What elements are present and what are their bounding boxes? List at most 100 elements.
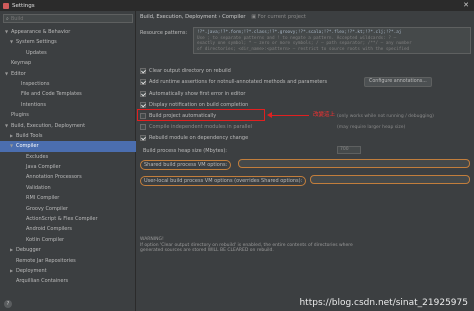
watermark: https://blog.csdn.net/sinat_21925975 bbox=[299, 298, 468, 308]
tree-item-label: RMI Compiler bbox=[26, 195, 60, 202]
tree-item-label: Updates bbox=[26, 49, 47, 56]
option-rebuild-on-change[interactable]: Rebuild module on dependency change bbox=[140, 134, 248, 142]
tree-item-label: Intentions bbox=[21, 101, 47, 108]
resource-patterns-field[interactable]: !?*.java;!?*.form;!?*.class;!?*.groovy;!… bbox=[193, 27, 471, 54]
tree-item[interactable]: Annotation Processors bbox=[0, 172, 136, 182]
shared-vm-options-field[interactable] bbox=[238, 159, 470, 168]
tree-item[interactable]: ▶ Build Tools bbox=[0, 131, 136, 141]
tree-item[interactable]: Keymap bbox=[0, 58, 136, 68]
tree-item[interactable]: Android Compilers bbox=[0, 224, 136, 234]
tree-item-label: Android Compilers bbox=[26, 226, 73, 233]
heap-size-label: Build process heap size (Mbytes): bbox=[143, 148, 227, 154]
parallel-note: (may require larger heap size) bbox=[337, 125, 406, 130]
tree-item[interactable]: Intentions bbox=[0, 100, 136, 110]
checkbox-build-notification[interactable] bbox=[140, 102, 146, 108]
tree-item-label: Deployment bbox=[16, 267, 47, 274]
search-field[interactable]: ⌕ bbox=[3, 14, 133, 23]
option-notnull-label: Add runtime assertions for notnull-annot… bbox=[149, 79, 328, 85]
search-input[interactable] bbox=[10, 15, 121, 22]
user-vm-options-field[interactable] bbox=[310, 175, 470, 184]
tree-item[interactable]: ▼ Build, Execution, Deployment bbox=[0, 121, 136, 131]
breadcrumb: Build, Execution, Deployment › Compiler … bbox=[140, 14, 306, 20]
checkbox-clear-output[interactable] bbox=[140, 68, 146, 74]
tree-item-label: System Settings bbox=[16, 39, 57, 46]
option-rebuild-label: Rebuild module on dependency change bbox=[149, 135, 249, 141]
tree-item[interactable]: ▼ Compiler bbox=[0, 141, 136, 152]
tree-item[interactable]: Inspections bbox=[0, 79, 136, 89]
window-title: Settings bbox=[12, 2, 35, 9]
tree-item-label: Keymap bbox=[11, 60, 32, 67]
option-parallel-label: Compile independent modules in parallel bbox=[149, 124, 252, 130]
tree-item[interactable]: ▶ Deployment bbox=[0, 266, 136, 276]
resource-patterns-label: Resource patterns: bbox=[140, 30, 188, 36]
option-parallel-compile[interactable]: Compile independent modules in parallel bbox=[140, 123, 252, 131]
tree-item-label: Debugger bbox=[16, 247, 41, 254]
heap-size-field[interactable]: 700 bbox=[337, 146, 361, 154]
tree-item[interactable]: File and Code Templates bbox=[0, 89, 136, 99]
shared-vm-options-label: Shared build process VM options: bbox=[140, 160, 232, 170]
tree-item-label: ActionScript & Flex Compiler bbox=[26, 216, 98, 223]
checkbox-parallel-compile[interactable] bbox=[140, 124, 146, 130]
tree-item-label: Arquillian Containers bbox=[16, 278, 69, 285]
checkbox-autoshow-error[interactable] bbox=[140, 91, 146, 97]
build-auto-note: (only works while not running / debuggin… bbox=[337, 114, 434, 119]
tree-item[interactable]: Validation bbox=[0, 183, 136, 193]
annotation-highlight-box bbox=[137, 109, 265, 121]
tree-item-label: Kotlin Compiler bbox=[26, 236, 65, 243]
tree-item-label: Excludes bbox=[26, 153, 49, 160]
tree-item-label: Build Tools bbox=[16, 132, 43, 139]
tree-item[interactable]: RMI Compiler bbox=[0, 193, 136, 203]
option-notnull-assertions[interactable]: Add runtime assertions for notnull-annot… bbox=[140, 78, 327, 86]
tree-item[interactable]: ▼ System Settings bbox=[0, 37, 136, 47]
tree-item[interactable]: Excludes bbox=[0, 152, 136, 162]
tree-item-label: Plugins bbox=[11, 112, 29, 119]
tree-item-label: Appearance & Behavior bbox=[11, 29, 71, 35]
option-autoshow-error[interactable]: Automatically show first error in editor bbox=[140, 90, 245, 98]
compiler-settings-panel: Build, Execution, Deployment › Compiler … bbox=[137, 11, 474, 311]
warning-message: WARNING! If option 'Clear output directo… bbox=[140, 237, 470, 254]
scope-label: ▣ For current project bbox=[251, 14, 306, 20]
tree-item-label: Inspections bbox=[21, 80, 50, 87]
configure-annotations-button[interactable]: Configure annotations... bbox=[364, 77, 432, 87]
breadcrumb-path: Build, Execution, Deployment › Compiler bbox=[140, 14, 246, 20]
tree-item-label: File and Code Templates bbox=[21, 91, 82, 98]
tree-item-label: Editor bbox=[11, 70, 26, 77]
option-clear-output[interactable]: Clear output directory on rebuild bbox=[140, 67, 231, 75]
tree-item[interactable]: Plugins bbox=[0, 110, 136, 120]
tree-item[interactable]: Groovy Compiler bbox=[0, 204, 136, 214]
tree-item[interactable]: Kotlin Compiler bbox=[0, 235, 136, 245]
settings-tree: ▼ Appearance & Behavior ▼ System Settings Up… bbox=[0, 27, 136, 287]
help-icon[interactable]: ? bbox=[4, 300, 12, 308]
tree-item-label: Java Compiler bbox=[26, 164, 61, 171]
tree-item[interactable]: ActionScript & Flex Compiler bbox=[0, 214, 136, 224]
tree-item[interactable]: ▶ Debugger bbox=[0, 245, 136, 255]
tree-item-label: Validation bbox=[26, 184, 51, 191]
checkbox-notnull-assertions[interactable] bbox=[140, 79, 146, 85]
settings-sidebar: ⌕ ▼Appearance & Behavior▼System Settings… bbox=[0, 11, 136, 311]
option-clear-output-label: Clear output directory on rebuild bbox=[149, 68, 231, 74]
user-vm-options-label: User-local build process VM options (ove… bbox=[140, 176, 307, 186]
title-bar: Settings ✕ bbox=[0, 0, 474, 11]
tree-item-label: Remote Jar Repositories bbox=[16, 257, 76, 264]
option-autoshow-label: Automatically show first error in editor bbox=[149, 91, 246, 97]
tree-item[interactable]: ▼ Appearance & Behavior bbox=[0, 27, 136, 37]
tree-item[interactable]: Remote Jar Repositories bbox=[0, 256, 136, 266]
annotation-arrow-line bbox=[271, 114, 309, 116]
tree-item-label: Annotation Processors bbox=[26, 174, 82, 181]
tree-item[interactable]: Updates bbox=[0, 48, 136, 58]
tree-item-label: Build, Execution, Deployment bbox=[11, 122, 86, 129]
app-icon bbox=[3, 2, 9, 9]
option-notification-label: Display notification on build completion bbox=[149, 102, 249, 108]
checkbox-rebuild-on-change[interactable] bbox=[140, 135, 146, 141]
tree-item[interactable]: Java Compiler bbox=[0, 162, 136, 172]
resource-hint-3: of directories; <dir_name>:<pattern> — r… bbox=[197, 46, 410, 52]
tree-item-label: Compiler bbox=[16, 143, 39, 150]
option-build-notification[interactable]: Display notification on build completion bbox=[140, 101, 248, 109]
close-icon[interactable]: ✕ bbox=[463, 1, 469, 9]
scope-text: For current project bbox=[257, 14, 306, 20]
annotation-text: 改變這上 bbox=[313, 112, 336, 118]
tree-item[interactable]: Arquillian Containers bbox=[0, 276, 136, 286]
tree-item-label: Groovy Compiler bbox=[26, 205, 68, 212]
tree-item[interactable]: ▼ Editor bbox=[0, 69, 136, 79]
warning-line-2: generated sources are stored WILL BE CLE… bbox=[140, 248, 274, 254]
